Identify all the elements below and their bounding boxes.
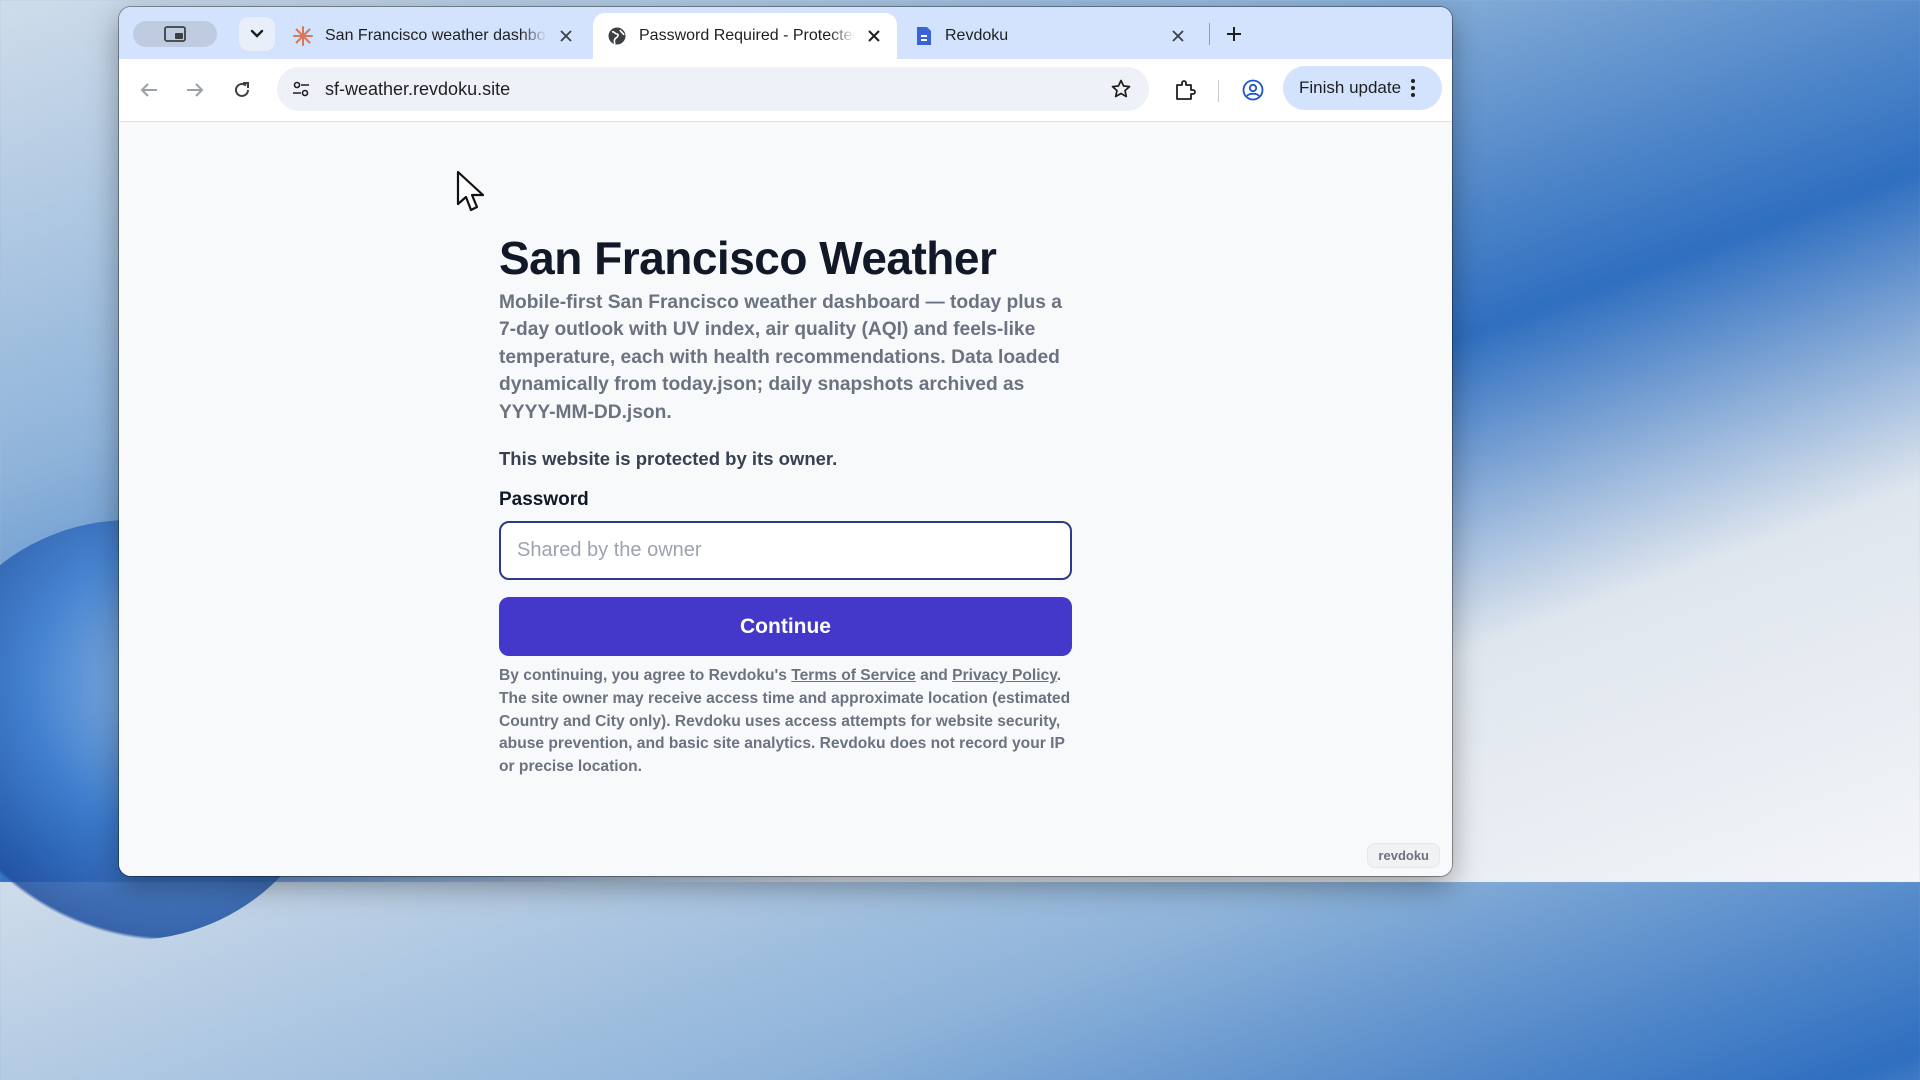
reload-button[interactable] bbox=[228, 76, 256, 104]
page-title: San Francisco Weather bbox=[499, 232, 997, 284]
privacy-policy-link[interactable]: Privacy Policy bbox=[952, 667, 1057, 684]
globe-icon bbox=[608, 27, 626, 45]
address-bar[interactable]: sf-weather.revdoku.site bbox=[277, 67, 1149, 111]
tab-search-button[interactable] bbox=[239, 17, 275, 51]
extensions-button[interactable] bbox=[1171, 76, 1199, 104]
legal-and: and bbox=[915, 667, 953, 684]
password-input[interactable] bbox=[499, 521, 1072, 580]
forward-button[interactable] bbox=[181, 76, 209, 104]
close-icon[interactable] bbox=[1169, 27, 1187, 45]
tab-password-required[interactable]: Password Required - Protected bbox=[593, 13, 897, 59]
tab-title: Password Required - Protected bbox=[639, 27, 855, 44]
page-content: San Francisco Weather Mobile-first San F… bbox=[119, 122, 1452, 876]
tab-separator bbox=[1209, 23, 1210, 45]
puzzle-icon bbox=[1176, 80, 1196, 100]
profile-window-icon bbox=[164, 26, 186, 42]
sparkle-icon bbox=[293, 26, 313, 46]
chevron-down-icon bbox=[250, 29, 264, 38]
arrow-right-icon bbox=[187, 83, 204, 97]
finish-update-label: Finish update bbox=[1299, 78, 1402, 97]
reload-icon bbox=[235, 82, 249, 97]
revdoku-badge[interactable]: revdoku bbox=[1367, 843, 1440, 868]
protected-notice: This website is protected by its owner. bbox=[499, 448, 838, 469]
legal-prefix: By continuing, you agree to Revdoku's bbox=[499, 667, 792, 684]
new-tab-button[interactable] bbox=[1219, 19, 1249, 49]
finish-update-button[interactable]: Finish update bbox=[1283, 66, 1442, 110]
profile-button[interactable] bbox=[1239, 76, 1267, 104]
tab-strip: San Francisco weather dashboard Password… bbox=[119, 7, 1452, 59]
arrow-left-icon bbox=[140, 83, 157, 97]
profile-switch-button[interactable] bbox=[133, 21, 217, 47]
tab-revdoku[interactable]: Revdoku bbox=[901, 13, 1201, 59]
mouse-cursor-icon bbox=[456, 170, 485, 212]
tab-title: Revdoku bbox=[945, 27, 1009, 44]
browser-window: San Francisco weather dashboard Password… bbox=[119, 7, 1452, 876]
close-icon[interactable] bbox=[557, 27, 575, 45]
account-icon bbox=[1242, 79, 1264, 101]
close-icon[interactable] bbox=[865, 27, 883, 45]
legal-notice: By continuing, you agree to Revdoku's Te… bbox=[499, 665, 1074, 779]
document-icon bbox=[917, 27, 931, 45]
terms-of-service-link[interactable]: Terms of Service bbox=[791, 667, 916, 684]
url-text: sf-weather.revdoku.site bbox=[325, 78, 511, 99]
continue-button[interactable]: Continue bbox=[499, 597, 1072, 656]
site-settings-icon[interactable] bbox=[287, 75, 315, 103]
browser-toolbar: sf-weather.revdoku.site Finish update bbox=[119, 59, 1452, 122]
toolbar-separator bbox=[1218, 80, 1219, 102]
bookmark-star-icon[interactable] bbox=[1107, 75, 1135, 103]
more-vert-icon bbox=[1411, 79, 1416, 97]
plus-icon bbox=[1227, 27, 1241, 41]
back-button[interactable] bbox=[135, 76, 163, 104]
site-description: Mobile-first San Francisco weather dashb… bbox=[499, 292, 1062, 423]
tab-title: San Francisco weather dashboard bbox=[325, 27, 547, 44]
tab-weather-dashboard[interactable]: San Francisco weather dashboard bbox=[279, 13, 589, 59]
password-label: Password bbox=[499, 489, 589, 510]
